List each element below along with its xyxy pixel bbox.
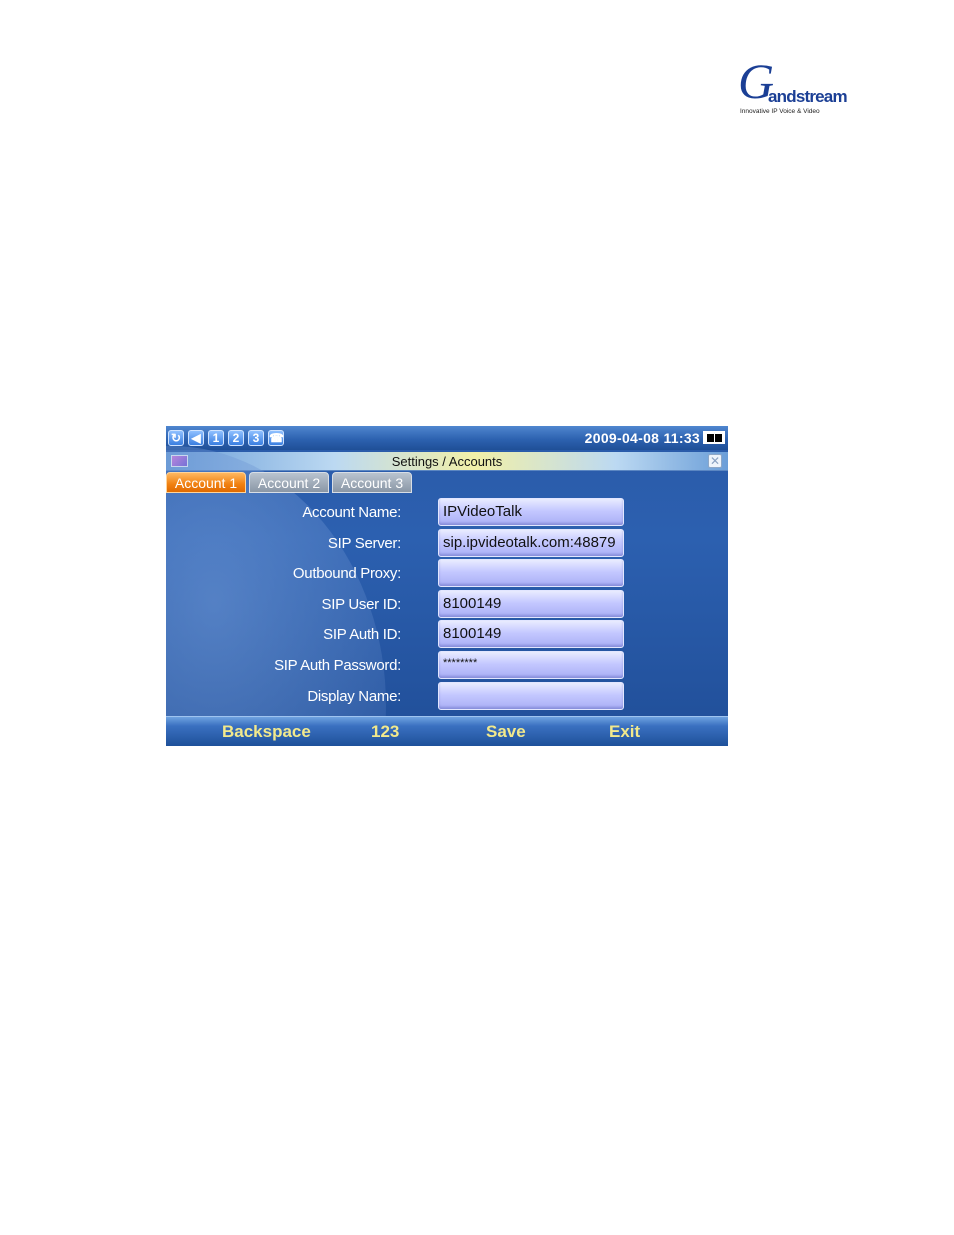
phone-screen: ↻ ◀ 1 2 3 ☎ 2009-04-08 11:33 Settings / … [166, 426, 728, 746]
input-mode-softkey[interactable]: 123 [371, 722, 399, 742]
account-name-field[interactable]: IPVideoTalk [438, 498, 624, 526]
volume-icon: ◀ [188, 430, 204, 446]
form-row-display-name: Display Name: [166, 682, 728, 712]
line-2-icon[interactable]: 2 [228, 430, 244, 446]
display-name-label: Display Name: [307, 688, 401, 705]
sip-auth-id-field[interactable]: 8100149 [438, 620, 624, 648]
form-row-sip-server: SIP Server: sip.ipvideotalk.com:48879 [166, 528, 728, 559]
hook-icon: ☎ [268, 430, 284, 446]
status-bar: ↻ ◀ 1 2 3 ☎ 2009-04-08 11:33 [166, 426, 728, 450]
form-row-account-name: Account Name: IPVideoTalk [166, 498, 728, 528]
outbound-proxy-field[interactable] [438, 559, 624, 587]
form-row-sip-auth-id: SIP Auth ID: 8100149 [166, 620, 728, 650]
sip-user-id-label: SIP User ID: [321, 595, 402, 613]
status-datetime: 2009-04-08 11:33 [584, 430, 700, 446]
tab-account-2[interactable]: Account 2 [249, 472, 329, 493]
line-1-icon[interactable]: 1 [208, 430, 224, 446]
softkey-bar: Backspace 123 Save Exit [166, 716, 728, 746]
close-icon[interactable]: ✕ [708, 454, 722, 468]
sip-auth-password-field[interactable]: ******** [438, 650, 624, 679]
exit-softkey[interactable]: Exit [609, 722, 640, 742]
account-name-label: Account Name: [302, 504, 401, 521]
logo-wordmark: andstream [768, 87, 848, 106]
grandstream-logo: G andstream Innovative IP Voice & Video [738, 56, 848, 120]
sip-auth-password-label: SIP Auth Password: [274, 656, 401, 674]
line-3-icon[interactable]: 3 [248, 430, 264, 446]
battery-icon [703, 431, 725, 444]
save-softkey[interactable]: Save [486, 722, 526, 742]
backspace-softkey[interactable]: Backspace [222, 722, 311, 742]
form-row-sip-auth-password: SIP Auth Password: ******** [166, 650, 728, 681]
sip-user-id-field[interactable]: 8100149 [438, 589, 624, 618]
logo-tagline: Innovative IP Voice & Video [740, 108, 820, 115]
account-tabs: Account 1 Account 2 Account 3 [166, 472, 728, 494]
form-row-sip-user-id: SIP User ID: 8100149 [166, 589, 728, 620]
sip-server-field[interactable]: sip.ipvideotalk.com:48879 [438, 528, 624, 557]
form-row-outbound-proxy: Outbound Proxy: [166, 559, 728, 589]
sip-auth-id-label: SIP Auth ID: [323, 626, 401, 643]
refresh-icon: ↻ [168, 430, 184, 446]
tab-account-1[interactable]: Account 1 [166, 472, 246, 493]
tab-account-3[interactable]: Account 3 [332, 472, 412, 493]
display-name-field[interactable] [438, 682, 624, 710]
sip-server-label: SIP Server: [327, 534, 401, 552]
outbound-proxy-label: Outbound Proxy: [292, 565, 401, 582]
